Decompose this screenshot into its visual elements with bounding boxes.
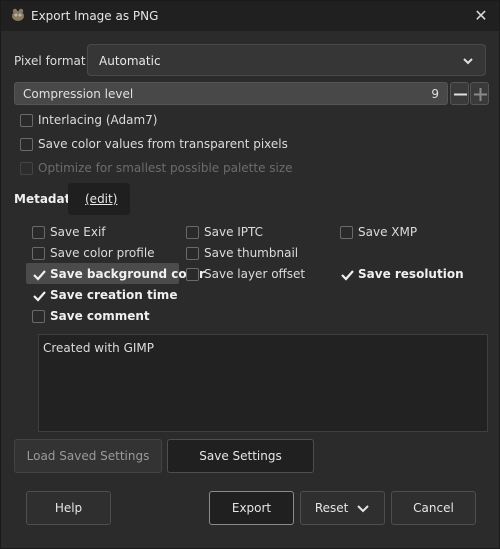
compression-level-field[interactable]: Compression level 9 xyxy=(14,82,448,105)
checkmark-icon xyxy=(33,270,46,281)
save-thumbnail-label: Save thumbnail xyxy=(204,246,299,260)
save-resolution-checkbox[interactable] xyxy=(340,268,354,281)
save-layer-offset-label: Save layer offset xyxy=(204,267,306,281)
save-exif-label: Save Exif xyxy=(50,225,106,239)
decrease-button[interactable] xyxy=(450,82,469,105)
save-settings-label: Save Settings xyxy=(199,449,282,463)
help-label: Help xyxy=(54,501,83,515)
save-resolution-label: Save resolution xyxy=(358,267,464,281)
window-title: Export Image as PNG xyxy=(31,9,159,23)
interlacing-checkbox[interactable] xyxy=(20,114,33,127)
compression-level-value: 9 xyxy=(431,87,439,101)
optimize-palette-checkbox[interactable] xyxy=(20,162,33,175)
save-background-color-label: Save background color xyxy=(50,267,205,281)
gimp-icon xyxy=(12,8,24,21)
chevron-down-icon xyxy=(463,58,473,65)
save-creation-time-label: Save creation time xyxy=(50,288,178,302)
save-iptc-label: Save IPTC xyxy=(204,225,264,239)
export-label: Export xyxy=(231,501,272,515)
save-background-color-checkbox[interactable] xyxy=(32,268,46,281)
chevron-down-icon xyxy=(357,504,369,512)
export-dialog: Export Image as PNG ✕ Pixel format Autom… xyxy=(0,0,500,549)
pixel-format-select[interactable]: Automatic xyxy=(87,44,486,76)
comment-textarea[interactable]: Created with GIMP xyxy=(38,334,488,432)
export-button[interactable]: Export xyxy=(209,491,294,525)
save-xmp-label: Save XMP xyxy=(358,225,418,239)
pixel-format-value: Automatic xyxy=(99,54,161,68)
cancel-label: Cancel xyxy=(413,501,454,515)
interlacing-label: Interlacing (Adam7) xyxy=(38,113,158,127)
reset-label: Reset xyxy=(314,501,349,515)
load-saved-settings-label: Load Saved Settings xyxy=(26,449,150,463)
save-color-profile-label: Save color profile xyxy=(50,246,155,260)
close-icon[interactable]: ✕ xyxy=(471,6,491,26)
checkmark-icon xyxy=(341,270,354,281)
save-color-profile-checkbox[interactable] xyxy=(32,247,45,260)
reset-button[interactable]: Reset xyxy=(300,491,385,525)
save-xmp-checkbox[interactable] xyxy=(340,226,353,239)
edit-metadata-label: (edit) xyxy=(85,192,118,206)
save-creation-time-checkbox[interactable] xyxy=(32,289,46,302)
save-comment-label: Save comment xyxy=(50,309,150,323)
edit-metadata-button[interactable]: (edit) xyxy=(68,183,130,215)
cancel-button[interactable]: Cancel xyxy=(391,491,476,525)
save-settings-button[interactable]: Save Settings xyxy=(167,439,314,473)
save-color-values-label: Save color values from transparent pixel… xyxy=(38,137,288,151)
optimize-palette-label: Optimize for smallest possible palette s… xyxy=(38,161,293,175)
load-saved-settings-button[interactable]: Load Saved Settings xyxy=(14,439,162,473)
title-bar: Export Image as PNG ✕ xyxy=(1,1,499,31)
compression-level-spinner[interactable]: Compression level 9 xyxy=(14,82,489,105)
help-button[interactable]: Help xyxy=(26,491,111,525)
save-exif-checkbox[interactable] xyxy=(32,226,45,239)
checkmark-icon xyxy=(33,291,46,302)
save-thumbnail-checkbox[interactable] xyxy=(186,247,199,260)
save-iptc-checkbox[interactable] xyxy=(186,226,199,239)
save-comment-checkbox[interactable] xyxy=(32,310,45,323)
save-layer-offset-checkbox[interactable] xyxy=(186,268,199,281)
compression-level-label: Compression level xyxy=(23,87,134,101)
plus-icon xyxy=(474,88,487,101)
comment-text: Created with GIMP xyxy=(43,341,155,355)
increase-button[interactable] xyxy=(470,82,489,105)
pixel-format-label: Pixel format xyxy=(14,54,86,68)
save-color-values-checkbox[interactable] xyxy=(20,138,33,151)
minus-icon xyxy=(454,93,467,96)
